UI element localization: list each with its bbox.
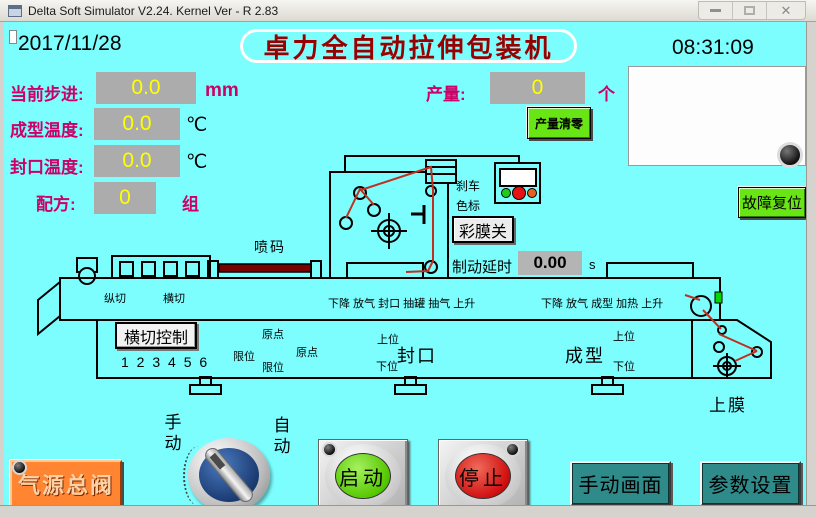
form-station-label: 成型	[565, 342, 605, 368]
recipe-unit: 组	[182, 190, 199, 215]
form-upper-label: 上位	[613, 328, 635, 344]
param-settings-button[interactable]: 参数设置	[700, 461, 801, 506]
forming-temp-unit: ℃	[186, 114, 207, 137]
seal-sequence-label: 下降 放气 封口 抽罐 抽气 上升	[328, 295, 475, 311]
manual-label: 手动	[162, 412, 184, 454]
seal-upper-label: 上位	[377, 331, 399, 347]
window-frame-left	[0, 22, 4, 518]
color-mark-label: 色标	[456, 197, 480, 214]
stop-indicator	[505, 442, 520, 457]
sealing-temp-label: 封口温度:	[10, 153, 84, 178]
long-cut-label: 纵切	[104, 290, 126, 306]
forming-temp-label: 成型温度:	[10, 116, 84, 141]
cross-cut-control-button[interactable]: 横切控制	[115, 322, 197, 349]
origin-label-1: 原点	[262, 326, 284, 342]
seal-lower-label: 下位	[376, 358, 398, 374]
form-sequence-label: 下降 放气 成型 加热 上升	[541, 295, 663, 311]
recipe-input[interactable]: 0	[94, 182, 156, 214]
film-feed-label: 上膜	[709, 391, 747, 416]
limit-label-1: 限位	[233, 348, 255, 364]
step-unit: mm	[205, 80, 239, 102]
recipe-label: 配方:	[36, 190, 76, 215]
date-display: 2017/11/28	[18, 32, 122, 56]
output-value: 0	[490, 72, 585, 104]
inkjet-label: 喷码	[254, 237, 286, 257]
simulator-window: Delta Soft Simulator V2.24. Kernel Ver -…	[0, 0, 816, 518]
output-unit: 个	[598, 80, 615, 105]
auto-label: 自动	[271, 415, 293, 457]
start-button-face: 启动	[335, 453, 391, 499]
window-frame-right	[806, 22, 816, 518]
forming-temp-value: 0.0	[94, 108, 180, 140]
time-display: 08:31:09	[672, 36, 754, 60]
origin-label-2: 原点	[296, 344, 318, 360]
window-frame-bottom	[0, 505, 816, 518]
stop-button-face: 停止	[455, 453, 511, 499]
brake-delay-input[interactable]: 0.00	[518, 251, 582, 275]
sealing-temp-unit: ℃	[186, 151, 207, 174]
fault-reset-button[interactable]: 故障复位	[738, 187, 806, 218]
film-mode-button[interactable]: 彩膜关	[452, 216, 514, 243]
form-lower-label: 下位	[613, 358, 635, 374]
limit-label-2: 限位	[262, 359, 284, 375]
sealing-temp-value: 0.0	[94, 145, 180, 177]
air-valve-indicator	[12, 460, 27, 475]
page-icon	[9, 30, 17, 44]
step-label: 当前步进:	[10, 80, 84, 105]
start-button-ring: 启动	[325, 444, 401, 508]
manual-auto-switch[interactable]	[188, 438, 270, 512]
start-indicator	[322, 442, 337, 457]
alarm-indicator-lamp	[777, 142, 803, 168]
clear-output-button[interactable]: 产量清零	[527, 107, 591, 139]
brake-label: 刹车	[456, 177, 480, 194]
output-label: 产量:	[426, 80, 466, 105]
brake-delay-unit: s	[589, 257, 596, 272]
step-value: 0.0	[96, 72, 196, 104]
counter-digits: 1 2 3 4 5 6	[121, 354, 209, 370]
brake-delay-label: 制动延时	[452, 256, 512, 277]
machine-title: 卓力全自动拉伸包装机	[240, 29, 577, 63]
seal-station-label: 封口	[397, 342, 437, 368]
manual-screen-button[interactable]: 手动画面	[570, 461, 671, 506]
cross-cut-label: 横切	[163, 290, 185, 306]
